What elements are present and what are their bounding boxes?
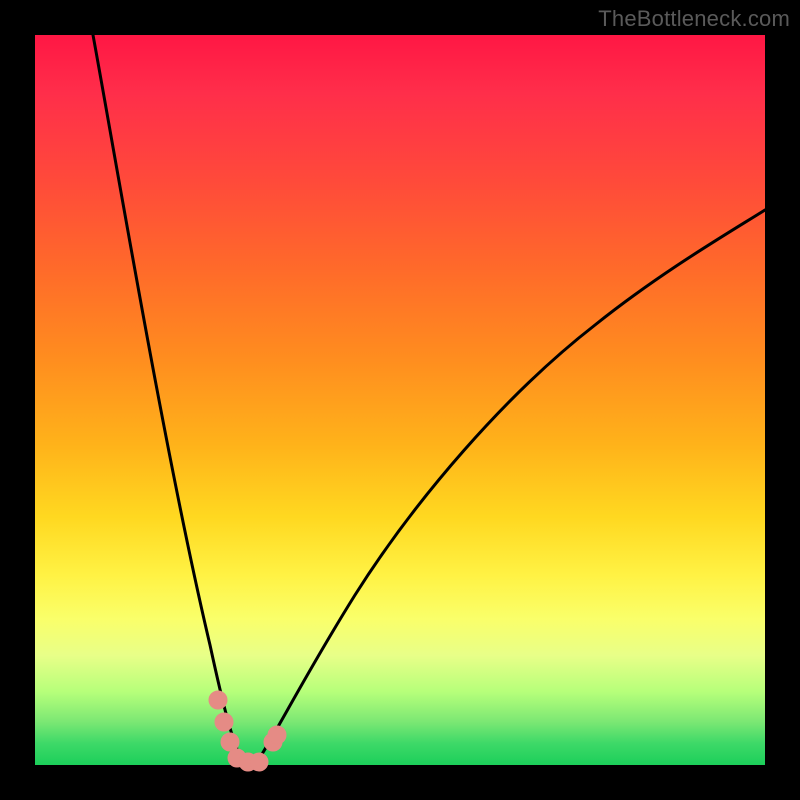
- watermark-text: TheBottleneck.com: [598, 6, 790, 32]
- marker-dot: [215, 713, 233, 731]
- marker-dot: [250, 753, 268, 771]
- marker-dot: [221, 733, 239, 751]
- marker-dot: [268, 726, 286, 744]
- marker-dot: [209, 691, 227, 709]
- curve-right-branch: [257, 210, 765, 762]
- bottleneck-curve: [35, 35, 765, 765]
- marker-cluster: [209, 691, 286, 771]
- chart-frame: TheBottleneck.com: [0, 0, 800, 800]
- curve-left-branch: [93, 35, 243, 762]
